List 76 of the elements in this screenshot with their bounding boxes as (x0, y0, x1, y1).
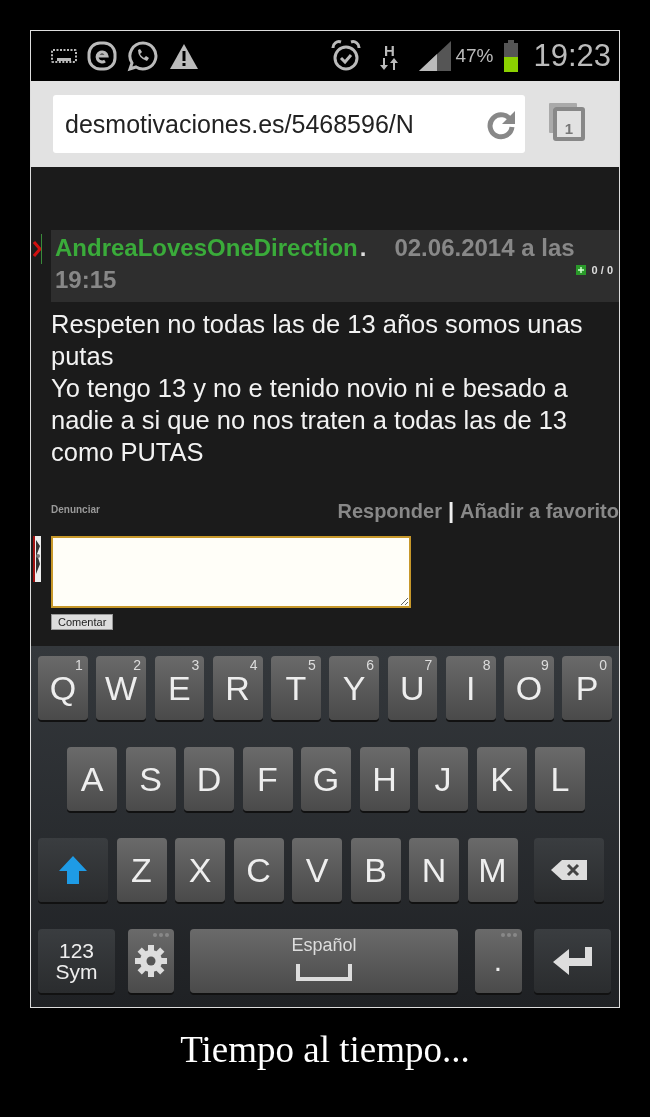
keyboard-key[interactable] (534, 838, 604, 902)
keyboard-key[interactable]: Z (116, 838, 167, 902)
keyboard-key[interactable]: D (184, 747, 234, 811)
keyboard-key[interactable] (127, 929, 174, 993)
chevron-icon (33, 234, 42, 264)
comment-button[interactable]: Comentar (51, 614, 114, 630)
date: 02.06.2014 a las (394, 234, 575, 261)
keyboard-key[interactable]: L (535, 747, 585, 811)
keyboard-key[interactable]: U 7 (387, 656, 438, 720)
clock-time: 19:23 (533, 38, 611, 74)
key-hint: 5 (307, 657, 316, 673)
key-hint: 0 (599, 657, 607, 673)
key-hint: 8 (482, 657, 491, 673)
plus-icon[interactable] (575, 265, 586, 275)
battery-icon (503, 40, 520, 72)
key-hint: 1 (74, 657, 83, 673)
keyboard-key[interactable]: B (350, 838, 401, 902)
keyboard-key[interactable]: K (476, 747, 527, 811)
caption: Tiempo al tiempo... (179, 1028, 471, 1071)
keyboard-key[interactable]: M (467, 838, 518, 902)
chat-phone-icon (127, 40, 159, 72)
keyboard-key[interactable]: . (474, 929, 522, 993)
key-hint: 6 (366, 657, 374, 673)
comment-text: Respeten no todas las de 13 años somos unas putas (51, 309, 584, 372)
keyboard-key[interactable]: N (409, 838, 459, 902)
more-dots-icon (151, 932, 170, 938)
keyboard-key[interactable]: 123 Sym (38, 929, 115, 993)
keyboard-key[interactable]: A (67, 747, 117, 811)
action-link[interactable]: Responder (337, 499, 442, 523)
keyboard-key[interactable]: E 3 (154, 656, 205, 720)
keyboard-key[interactable]: G (301, 747, 351, 811)
comment-text: Yo tengo 13 y no e tenido novio ni e besado a nadie a si que no nos traten a todas las de 13 como PUTAS (51, 373, 569, 468)
more-dots-icon (499, 932, 518, 938)
action-link[interactable]: Añadir a favorito (460, 499, 619, 523)
keyboard-key[interactable]: S (125, 747, 176, 811)
keyboard-key[interactable]: O 9 (504, 656, 554, 720)
key-hint: 9 (540, 657, 549, 673)
keyboard-key[interactable]: R 4 (212, 656, 263, 720)
keyboard-key[interactable]: C (233, 838, 284, 902)
keyboard-key[interactable] (534, 929, 611, 993)
vote-count: 0 / 0 (591, 264, 613, 276)
key-hint: 3 (191, 657, 200, 673)
signal-icon (417, 41, 454, 71)
network-type: H (383, 42, 395, 58)
keyboard-key[interactable]: P 0 (562, 656, 612, 720)
url-field[interactable]: desmotivaciones.es/5468596/N (53, 95, 525, 153)
time: 19:15 (55, 266, 117, 293)
keyboard-key[interactable]: Y 6 (329, 656, 379, 720)
keyboard-key[interactable]: J (418, 747, 468, 811)
data-arrows-icon (379, 57, 400, 70)
keyboard-key[interactable]: V (292, 838, 342, 902)
alarm-clock-icon (331, 40, 362, 72)
settings-icon (133, 944, 168, 978)
keyboard-key[interactable]: H (359, 747, 410, 811)
key-hint: 7 (424, 657, 433, 673)
keyboard-key[interactable]: I 8 (445, 656, 496, 720)
keyboard-key[interactable]: W 2 (96, 656, 146, 720)
battery-percent: 47% (455, 45, 494, 67)
author-name[interactable]: AndreaLovesOneDirection (55, 234, 358, 261)
warning-icon (169, 42, 199, 70)
comment-field[interactable] (51, 536, 411, 608)
shift-arrow-icon (58, 855, 88, 885)
separator-dot: . (359, 234, 367, 261)
keyboard-icon (51, 49, 77, 63)
space-bar-icon (296, 962, 352, 982)
key-hint: 4 (249, 657, 258, 673)
report-link[interactable]: Denunciar (51, 504, 100, 515)
link-divider: | (447, 498, 455, 524)
key-hint: 2 (133, 657, 141, 673)
keyboard-key[interactable]: Español (190, 929, 458, 993)
keyboard-key[interactable] (38, 838, 108, 902)
keyboard-key[interactable]: T 5 (271, 656, 321, 720)
backspace-icon (550, 859, 588, 881)
keyboard-key[interactable]: Q 1 (38, 656, 88, 720)
keyboard-key[interactable]: F (242, 747, 293, 811)
keyboard-key[interactable]: X (175, 838, 225, 902)
